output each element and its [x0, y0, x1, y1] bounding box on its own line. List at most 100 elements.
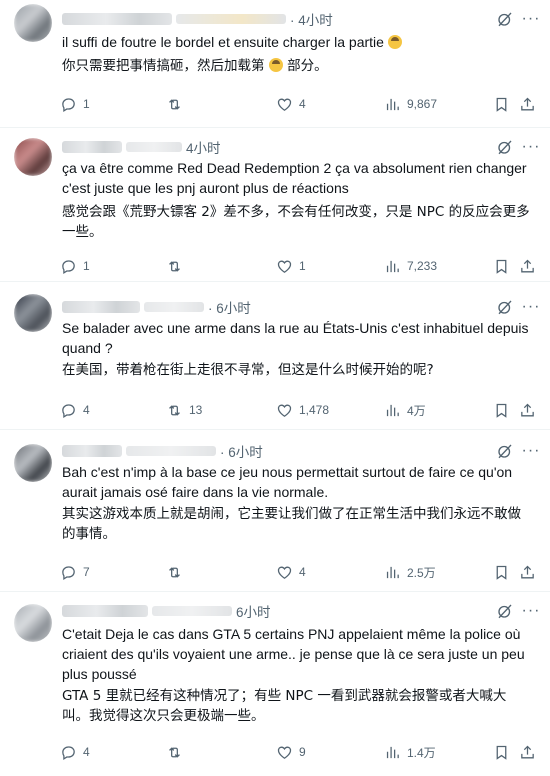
tweet-translation: GTA 5 里就已经有这种情况了；有些 NPC 一看到武器就会报警或者大喊大叫。… — [62, 688, 507, 724]
tweet-time[interactable]: · 4小时 — [290, 9, 333, 29]
tweet-4[interactable]: · 6小时 ··· Bah c'est n'imp à la base ce j… — [0, 430, 550, 592]
person-shrugging-emoji — [387, 35, 402, 49]
like-count: 4 — [299, 565, 306, 579]
avatar[interactable] — [14, 138, 52, 176]
like-button[interactable]: 1,478 — [276, 400, 329, 420]
more-icon[interactable]: ··· — [522, 10, 540, 28]
view-count: 4万 — [407, 403, 426, 418]
share-icon — [519, 402, 536, 419]
share-icon — [519, 744, 536, 761]
bookmark-button[interactable] — [493, 742, 510, 762]
bookmark-icon — [493, 402, 510, 419]
views-icon — [384, 96, 401, 113]
reply-button[interactable]: 4 — [60, 742, 90, 762]
tweet-actions: 1 4 9,867 — [56, 94, 538, 114]
reply-icon — [60, 744, 77, 761]
person-shrugging-emoji — [268, 58, 283, 72]
tweet-time[interactable]: · 6小时 — [208, 297, 251, 317]
author-handle-redacted — [126, 142, 182, 152]
like-button[interactable]: 1 — [276, 256, 306, 276]
view-count: 2.5万 — [407, 565, 436, 580]
share-button[interactable] — [519, 94, 536, 114]
tweet-1[interactable]: · 4小时 ··· il suffi de foutre le bordel e… — [0, 0, 550, 128]
tweet-5[interactable]: 6小时 ··· C'etait Deja le cas dans GTA 5 c… — [0, 592, 550, 776]
tweet-time[interactable]: · 6小时 — [220, 441, 263, 461]
views-icon — [384, 564, 401, 581]
views-button[interactable]: 2.5万 — [384, 562, 436, 582]
tweet-time[interactable]: 6小时 — [236, 601, 271, 621]
bookmark-button[interactable] — [493, 256, 510, 276]
reply-button[interactable]: 1 — [60, 256, 90, 276]
repost-button[interactable] — [166, 562, 189, 582]
author-name-redacted[interactable] — [62, 605, 148, 617]
views-button[interactable]: 1.4万 — [384, 742, 436, 762]
repost-button[interactable]: 13 — [166, 400, 202, 420]
views-icon — [384, 258, 401, 275]
views-button[interactable]: 7,233 — [384, 256, 437, 276]
avatar[interactable] — [14, 604, 52, 642]
grok-icon[interactable] — [496, 602, 514, 620]
author-name-redacted[interactable] — [62, 445, 122, 457]
repost-button[interactable] — [166, 742, 189, 762]
tweet-translation: 感觉会跟《荒野大镖客 2》差不多，不会有任何改变，只是 NPC 的反应会更多一些… — [62, 204, 530, 240]
author-name-redacted[interactable] — [62, 141, 122, 153]
share-button[interactable] — [519, 562, 536, 582]
bookmark-button[interactable] — [493, 94, 510, 114]
reply-count: 7 — [83, 565, 90, 579]
repost-button[interactable] — [166, 94, 189, 114]
share-button[interactable] — [519, 742, 536, 762]
reply-icon — [60, 402, 77, 419]
grok-icon[interactable] — [496, 10, 514, 28]
views-button[interactable]: 9,867 — [384, 94, 437, 114]
bookmark-icon — [493, 96, 510, 113]
share-icon — [519, 258, 536, 275]
bookmark-button[interactable] — [493, 562, 510, 582]
bookmark-button[interactable] — [493, 400, 510, 420]
reply-count: 4 — [83, 403, 90, 417]
like-icon — [276, 402, 293, 419]
grok-icon[interactable] — [496, 442, 514, 460]
share-icon — [519, 564, 536, 581]
tweet-actions: 7 4 2.5万 — [56, 562, 538, 582]
like-icon — [276, 744, 293, 761]
grok-icon[interactable] — [496, 298, 514, 316]
share-icon — [519, 96, 536, 113]
reply-button[interactable]: 1 — [60, 94, 90, 114]
repost-button[interactable] — [166, 256, 189, 276]
repost-icon — [166, 744, 183, 761]
author-name-redacted[interactable] — [62, 301, 140, 313]
more-icon[interactable]: ··· — [522, 298, 540, 316]
tweet-3[interactable]: · 6小时 ··· Se balader avec une arme dans … — [0, 282, 550, 430]
repost-count: 13 — [189, 403, 203, 417]
views-button[interactable]: 4万 — [384, 400, 426, 420]
reply-button[interactable]: 7 — [60, 562, 90, 582]
avatar[interactable] — [14, 294, 52, 332]
grok-icon[interactable] — [496, 138, 514, 156]
view-count: 1.4万 — [407, 745, 436, 760]
more-icon[interactable]: ··· — [522, 442, 540, 460]
author-handle-redacted — [176, 14, 286, 24]
repost-icon — [166, 564, 183, 581]
share-button[interactable] — [519, 256, 536, 276]
bookmark-icon — [493, 258, 510, 275]
share-button[interactable] — [519, 400, 536, 420]
avatar[interactable] — [14, 4, 52, 42]
tweet-actions: 1 1 7,233 — [56, 256, 538, 276]
reply-button[interactable]: 4 — [60, 400, 90, 420]
like-button[interactable]: 4 — [276, 562, 306, 582]
more-icon[interactable]: ··· — [522, 138, 540, 156]
more-icon[interactable]: ··· — [522, 602, 540, 620]
repost-icon — [166, 402, 183, 419]
repost-icon — [166, 96, 183, 113]
author-handle-redacted — [126, 446, 216, 456]
view-count: 7,233 — [407, 259, 438, 273]
like-count: 9 — [299, 745, 306, 759]
like-button[interactable]: 4 — [276, 94, 306, 114]
like-button[interactable]: 9 — [276, 742, 306, 762]
avatar[interactable] — [14, 444, 52, 482]
tweet-translation: 在美国，带着枪在街上走很不寻常，但这是什么时候开始的呢? — [62, 362, 434, 378]
author-name-redacted[interactable] — [62, 13, 172, 25]
tweet-2[interactable]: 4小时 ··· ça va être comme Red Dead Redemp… — [0, 128, 550, 282]
tweet-translation: 你只需要把事情搞砸，然后加载第 部分。 — [62, 58, 328, 74]
tweet-time[interactable]: 4小时 — [186, 137, 221, 157]
